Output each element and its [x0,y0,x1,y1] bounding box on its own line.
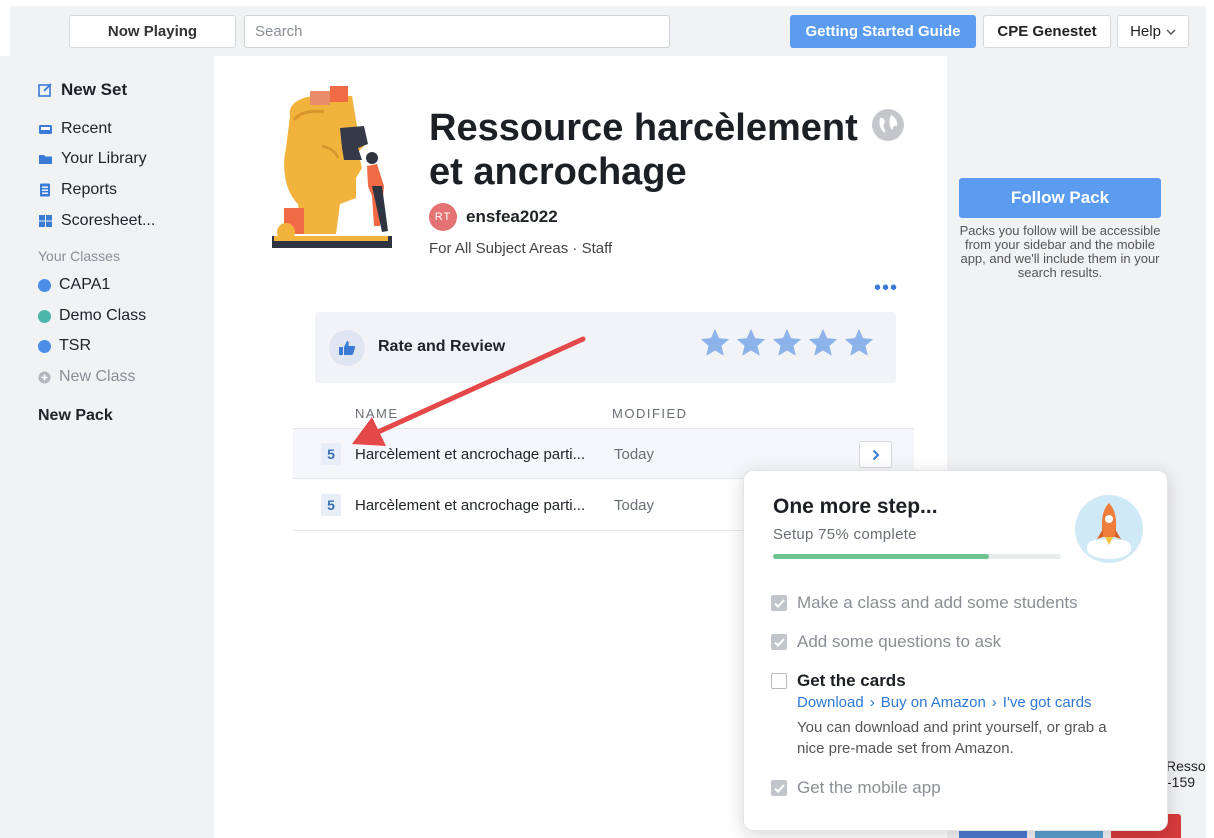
thumbs-up-icon [329,330,365,366]
star-icon[interactable] [842,326,876,360]
sidebar-label: CAPA1 [59,276,111,293]
sidebar-item-new-set[interactable]: New Set [38,80,127,100]
step-label: Get the cards [797,671,906,690]
star-icon[interactable] [770,326,804,360]
edit-icon [38,83,52,97]
checkbox[interactable] [771,634,787,650]
step-label: Make a class and add some students [797,593,1078,612]
follow-pack-button[interactable]: Follow Pack [959,178,1161,218]
more-options-icon[interactable]: ••• [874,278,898,298]
rate-review-box[interactable]: Rate and Review [315,312,896,383]
class-color-dot [38,309,51,323]
chevron-right-icon: › [869,694,875,711]
folder-icon [39,155,52,164]
set-name: Harcèlement et ancrochage parti... [355,446,586,463]
sidebar-item-library[interactable]: Your Library [38,150,147,168]
checkbox[interactable] [771,673,787,689]
sidebar-label: New Pack [38,407,113,424]
checkbox[interactable] [771,780,787,796]
check-icon [773,637,785,647]
rate-review-label: Rate and Review [378,338,506,355]
chevron-right-icon [872,449,879,460]
sidebar-label: New Set [61,80,128,99]
sidebar-item-scoresheet[interactable]: Scoresheet... [38,212,155,230]
setup-step-cards[interactable]: Get the cards [771,671,906,691]
pack-illustration [272,86,392,248]
sidebar-item-new-pack[interactable]: New Pack [38,407,113,425]
column-header-modified[interactable]: MODIFIED [612,406,688,421]
checkbox[interactable] [771,595,787,611]
question-count-badge: 5 [321,443,341,465]
setup-title: One more step... [773,495,938,518]
sidebar-item-class[interactable]: CAPA1 [38,276,110,294]
author-name: ensfea2022 [466,207,558,226]
account-button[interactable]: CPE Genestet [983,15,1111,48]
search-input[interactable] [244,15,670,48]
check-icon [773,598,785,608]
truncated-line: Resso [1166,758,1206,774]
column-header-name[interactable]: NAME [355,406,399,421]
star-icon[interactable] [698,326,732,360]
cards-description: You can download and print yourself, or … [797,719,1107,757]
truncated-line: -159 [1167,774,1196,790]
star-rating[interactable] [698,326,876,360]
help-dropdown[interactable]: Help [1117,15,1189,48]
avatar: RT [429,203,457,231]
chevron-down-icon [1166,29,1176,35]
sidebar-item-reports[interactable]: Reports [38,181,117,199]
set-name: Harcèlement et ancrochage parti... [355,497,586,514]
getting-started-button[interactable]: Getting Started Guide [790,15,976,48]
modified-date: Today [614,497,655,514]
setup-progress-fill [773,554,989,559]
now-playing-button[interactable]: Now Playing [69,15,236,48]
setup-step-questions[interactable]: Add some questions to ask [771,632,1001,652]
classes-heading: Your Classes [38,248,120,264]
sidebar-label: TSR [59,337,91,354]
star-icon[interactable] [734,326,768,360]
author-row[interactable]: RT ensfea2022 [429,203,558,231]
star-icon[interactable] [806,326,840,360]
top-bar: Now Playing Getting Started Guide CPE Ge… [10,6,1206,56]
setup-progress-bar [773,554,1061,559]
cards-links: Download › Buy on Amazon › I've got card… [797,694,1092,711]
plus-circle-icon [38,371,51,383]
chevron-right-icon: › [991,694,997,711]
setup-step-mobile[interactable]: Get the mobile app [771,778,941,798]
setup-subtitle: Setup 75% complete [773,526,917,543]
sidebar-label: New Class [59,368,136,385]
inbox-icon [39,125,52,134]
buy-amazon-link[interactable]: Buy on Amazon [881,694,986,711]
grid-icon [39,215,52,227]
class-color-dot [38,278,51,292]
question-count-badge: 5 [321,494,341,516]
open-set-button[interactable] [859,441,892,468]
sidebar-item-class[interactable]: Demo Class [38,307,146,325]
sidebar-item-new-class[interactable]: New Class [38,368,135,386]
sidebar-item-recent[interactable]: Recent [38,120,112,138]
globe-icon [872,109,904,141]
sidebar-label: Reports [61,181,118,198]
setup-step-class[interactable]: Make a class and add some students [771,593,1078,613]
step-label: Get the mobile app [797,778,941,797]
rocket-icon [1075,495,1143,563]
sidebar: New Set Recent Your Library Reports Scor… [0,56,214,838]
report-icon [40,183,50,197]
follow-description: Packs you follow will be accessible from… [959,223,1161,280]
pack-subjects: For All Subject Areas · Staff [429,240,613,257]
help-label: Help [1130,23,1161,40]
sidebar-label: Scoresheet... [61,212,156,229]
got-cards-link[interactable]: I've got cards [1003,694,1092,711]
step-label: Add some questions to ask [797,632,1002,651]
sidebar-label: Demo Class [59,307,147,324]
check-icon [773,783,785,793]
class-color-dot [38,339,51,353]
sidebar-label: Recent [61,120,112,137]
setup-popup: One more step... Setup 75% complete Make… [743,470,1168,831]
truncated-text: Resso -159 [1166,758,1206,790]
modified-date: Today [614,446,655,463]
sidebar-label: Your Library [61,150,147,167]
download-link[interactable]: Download [797,694,864,711]
sidebar-item-class[interactable]: TSR [38,337,91,355]
pack-title: Ressource harcèlement et ancrochage [429,107,858,193]
